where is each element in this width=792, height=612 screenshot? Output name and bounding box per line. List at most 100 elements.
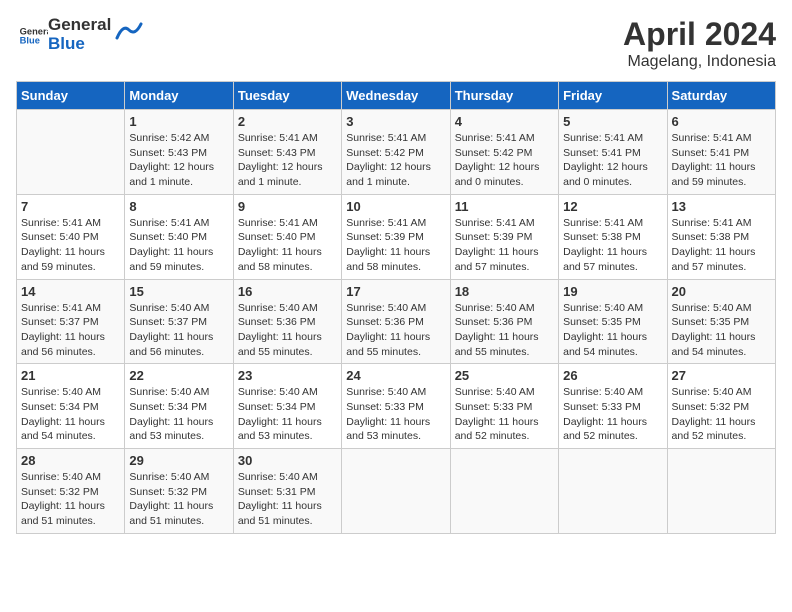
- day-number: 6: [672, 114, 771, 129]
- day-number: 28: [21, 453, 120, 468]
- svg-text:Blue: Blue: [20, 35, 40, 44]
- day-number: 9: [238, 199, 337, 214]
- day-info: Sunrise: 5:40 AMSunset: 5:34 PMDaylight:…: [21, 385, 120, 444]
- calendar-cell: 9 Sunrise: 5:41 AMSunset: 5:40 PMDaylight…: [233, 194, 341, 279]
- day-number: 26: [563, 368, 662, 383]
- page-title: April 2024: [623, 16, 776, 53]
- week-row-1: 1Sunrise: 5:42 AMSunset: 5:43 PMDaylight…: [17, 110, 776, 195]
- calendar-cell: 16Sunrise: 5:40 AMSunset: 5:36 PMDayligh…: [233, 279, 341, 364]
- calendar-table: SundayMondayTuesdayWednesdayThursdayFrid…: [16, 81, 776, 534]
- calendar-cell: 21 Sunrise: 5:40 AMSunset: 5:34 PMDayligh…: [17, 364, 125, 449]
- day-number: 25: [455, 368, 554, 383]
- header-cell-wednesday: Wednesday: [342, 82, 450, 110]
- day-info: Sunrise: 5:41 AMSunset: 5:37 PMDaylight:…: [21, 301, 120, 360]
- day-info: Sunrise: 5:40 AMSunset: 5:34 PMDaylight:…: [129, 385, 228, 444]
- title-area: April 2024 Magelang, Indonesia: [623, 16, 776, 71]
- day-number: 14: [21, 284, 120, 299]
- calendar-cell: [667, 449, 775, 534]
- day-info: Sunrise: 5:40 AMSunset: 5:31 PMDaylight:…: [238, 470, 337, 529]
- calendar-cell: 18 Sunrise: 5:40 AMSunset: 5:36 PMDayligh…: [450, 279, 558, 364]
- calendar-cell: 13Sunrise: 5:41 AMSunset: 5:38 PMDayligh…: [667, 194, 775, 279]
- calendar-cell: [342, 449, 450, 534]
- calendar-cell: [559, 449, 667, 534]
- day-info: Sunrise: 5:41 AMSunset: 5:41 PMDaylight:…: [672, 131, 771, 190]
- day-number: 7: [21, 199, 120, 214]
- calendar-cell: 22 Sunrise: 5:40 AMSunset: 5:34 PMDayligh…: [125, 364, 233, 449]
- calendar-cell: 24Sunrise: 5:40 AMSunset: 5:33 PMDayligh…: [342, 364, 450, 449]
- calendar-cell: 12 Sunrise: 5:41 AMSunset: 5:38 PMDayligh…: [559, 194, 667, 279]
- day-number: 29: [129, 453, 228, 468]
- day-number: 11: [455, 199, 554, 214]
- calendar-cell: 14 Sunrise: 5:41 AMSunset: 5:37 PMDayligh…: [17, 279, 125, 364]
- week-row-5: 28 Sunrise: 5:40 AMSunset: 5:32 PMDayligh…: [17, 449, 776, 534]
- day-number: 3: [346, 114, 445, 129]
- calendar-cell: 5 Sunrise: 5:41 AMSunset: 5:41 PMDaylight…: [559, 110, 667, 195]
- day-number: 19: [563, 284, 662, 299]
- day-number: 21: [21, 368, 120, 383]
- calendar-cell: 3 Sunrise: 5:41 AMSunset: 5:42 PMDaylight…: [342, 110, 450, 195]
- day-info: Sunrise: 5:40 AMSunset: 5:32 PMDaylight:…: [129, 470, 228, 529]
- calendar-cell: 19 Sunrise: 5:40 AMSunset: 5:35 PMDayligh…: [559, 279, 667, 364]
- day-info: Sunrise: 5:40 AMSunset: 5:32 PMDaylight:…: [672, 385, 771, 444]
- calendar-cell: 11 Sunrise: 5:41 AMSunset: 5:39 PMDayligh…: [450, 194, 558, 279]
- day-number: 30: [238, 453, 337, 468]
- day-info: Sunrise: 5:40 AMSunset: 5:35 PMDaylight:…: [672, 301, 771, 360]
- day-info: Sunrise: 5:40 AMSunset: 5:36 PMDaylight:…: [238, 301, 337, 360]
- day-info: Sunrise: 5:41 AMSunset: 5:40 PMDaylight:…: [238, 216, 337, 275]
- calendar-cell: 25 Sunrise: 5:40 AMSunset: 5:33 PMDayligh…: [450, 364, 558, 449]
- day-info: Sunrise: 5:41 AMSunset: 5:41 PMDaylight:…: [563, 131, 662, 190]
- calendar-cell: 7Sunrise: 5:41 AMSunset: 5:40 PMDaylight…: [17, 194, 125, 279]
- calendar-cell: 26 Sunrise: 5:40 AMSunset: 5:33 PMDayligh…: [559, 364, 667, 449]
- calendar-cell: 23 Sunrise: 5:40 AMSunset: 5:34 PMDayligh…: [233, 364, 341, 449]
- day-info: Sunrise: 5:40 AMSunset: 5:36 PMDaylight:…: [455, 301, 554, 360]
- week-row-2: 7 Sunrise: 5:41 AMSunset: 5:40 PMDaylight…: [17, 194, 776, 279]
- header-cell-thursday: Thursday: [450, 82, 558, 110]
- day-number: 13: [672, 199, 771, 214]
- calendar-cell: 10Sunrise: 5:41 AMSunset: 5:39 PMDayligh…: [342, 194, 450, 279]
- day-info: Sunrise: 5:40 AMSunset: 5:32 PMDaylight:…: [21, 470, 120, 529]
- logo-wave-icon: [115, 20, 143, 42]
- calendar-cell: 30 Sunrise: 5:40 AMSunset: 5:31 PMDayligh…: [233, 449, 341, 534]
- day-info: Sunrise: 5:40 AMSunset: 5:33 PMDaylight:…: [455, 385, 554, 444]
- day-number: 15: [129, 284, 228, 299]
- day-number: 27: [672, 368, 771, 383]
- calendar-cell: 28 Sunrise: 5:40 AMSunset: 5:32 PMDayligh…: [17, 449, 125, 534]
- page-subtitle: Magelang, Indonesia: [623, 53, 776, 71]
- day-info: Sunrise: 5:40 AMSunset: 5:37 PMDaylight:…: [129, 301, 228, 360]
- header-cell-friday: Friday: [559, 82, 667, 110]
- day-info: Sunrise: 5:42 AMSunset: 5:43 PMDaylight:…: [129, 131, 228, 190]
- calendar-cell: 8Sunrise: 5:41 AMSunset: 5:40 PMDaylight…: [125, 194, 233, 279]
- header-row: SundayMondayTuesdayWednesdayThursdayFrid…: [17, 82, 776, 110]
- day-number: 22: [129, 368, 228, 383]
- day-info: Sunrise: 5:40 AMSunset: 5:33 PMDaylight:…: [563, 385, 662, 444]
- header: General Blue General Blue April 2024 Mag…: [16, 16, 776, 71]
- calendar-cell: [17, 110, 125, 195]
- calendar-cell: 27 Sunrise: 5:40 AMSunset: 5:32 PMDayligh…: [667, 364, 775, 449]
- logo-icon: General Blue: [18, 25, 48, 45]
- day-number: 2: [238, 114, 337, 129]
- day-number: 20: [672, 284, 771, 299]
- day-number: 24: [346, 368, 445, 383]
- day-info: Sunrise: 5:40 AMSunset: 5:36 PMDaylight:…: [346, 301, 445, 360]
- day-number: 10: [346, 199, 445, 214]
- day-number: 12: [563, 199, 662, 214]
- calendar-cell: 15 Sunrise: 5:40 AMSunset: 5:37 PMDayligh…: [125, 279, 233, 364]
- day-number: 4: [455, 114, 554, 129]
- calendar-cell: [450, 449, 558, 534]
- day-info: Sunrise: 5:40 AMSunset: 5:34 PMDaylight:…: [238, 385, 337, 444]
- day-info: Sunrise: 5:41 AMSunset: 5:42 PMDaylight:…: [455, 131, 554, 190]
- day-number: 5: [563, 114, 662, 129]
- day-info: Sunrise: 5:40 AMSunset: 5:35 PMDaylight:…: [563, 301, 662, 360]
- day-info: Sunrise: 5:41 AMSunset: 5:39 PMDaylight:…: [455, 216, 554, 275]
- day-number: 23: [238, 368, 337, 383]
- day-info: Sunrise: 5:41 AMSunset: 5:42 PMDaylight:…: [346, 131, 445, 190]
- calendar-cell: 20 Sunrise: 5:40 AMSunset: 5:35 PMDayligh…: [667, 279, 775, 364]
- calendar-cell: 1Sunrise: 5:42 AMSunset: 5:43 PMDaylight…: [125, 110, 233, 195]
- logo-blue-text: Blue: [48, 35, 111, 54]
- logo: General Blue General Blue: [16, 16, 143, 53]
- day-number: 18: [455, 284, 554, 299]
- day-number: 8: [129, 199, 228, 214]
- week-row-4: 21 Sunrise: 5:40 AMSunset: 5:34 PMDayligh…: [17, 364, 776, 449]
- calendar-cell: 6 Sunrise: 5:41 AMSunset: 5:41 PMDaylight…: [667, 110, 775, 195]
- day-info: Sunrise: 5:41 AMSunset: 5:38 PMDaylight:…: [563, 216, 662, 275]
